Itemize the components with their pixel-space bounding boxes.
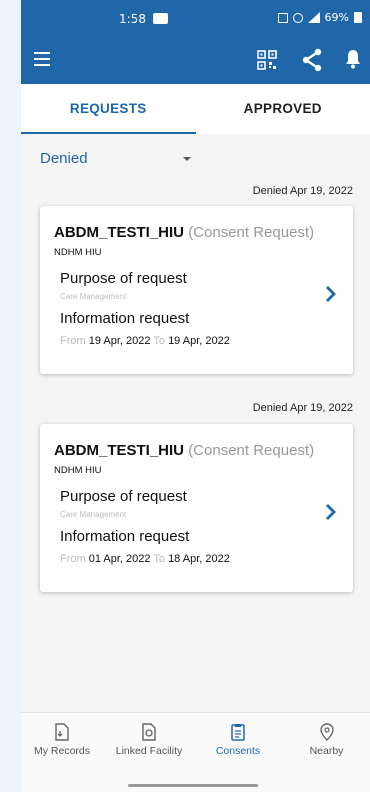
hiu-name: NDHM HIU (54, 465, 102, 476)
filter-selected-value: Denied (40, 150, 88, 167)
battery-icon (354, 12, 362, 23)
purpose-value: Care Management (60, 292, 127, 301)
records-icon (55, 723, 69, 741)
chevron-right-icon[interactable] (325, 504, 337, 520)
request-status-date: Denied Apr 19, 2022 (252, 402, 353, 414)
to-label: To (153, 553, 165, 565)
status-time: 1:58 (119, 12, 146, 26)
from-date: 01 Apr, 2022 (88, 553, 151, 565)
to-label: To (153, 335, 165, 347)
dropdown-caret-icon (183, 157, 191, 161)
consents-icon (231, 724, 245, 741)
from-label: From (60, 335, 86, 347)
app-toolbar (21, 36, 370, 84)
signal-icon (307, 12, 320, 23)
phone-screen: 1:58 69% REQUESTS APPROVED Denied Denied… (21, 0, 370, 792)
request-title: ABDM_TESTI_HIU (Consent Request) (54, 224, 314, 241)
chevron-right-icon[interactable] (325, 286, 337, 302)
status-right: 69% (277, 11, 362, 24)
menu-icon[interactable] (34, 52, 50, 66)
linked-facility-icon (142, 723, 156, 741)
share-icon[interactable] (301, 48, 323, 72)
nav-consents[interactable]: Consents (195, 723, 281, 757)
from-label: From (60, 553, 86, 565)
nav-label: My Records (33, 745, 90, 757)
nav-label: Linked Facility (115, 745, 183, 757)
from-date: 19 Apr, 2022 (88, 335, 151, 347)
date-range: From 01 Apr, 2022 To 18 Apr, 2022 (60, 553, 230, 565)
tab-approved[interactable]: APPROVED (196, 84, 370, 134)
home-indicator (128, 784, 258, 787)
battery-percent: 69% (324, 11, 349, 24)
request-type: (Consent Request) (188, 224, 315, 241)
hiu-name: NDHM HIU (54, 247, 102, 258)
location-pin-icon (319, 723, 334, 741)
bell-icon[interactable] (345, 49, 361, 69)
date-range: From 19 Apr, 2022 To 19 Apr, 2022 (60, 335, 230, 347)
vibrate-icon (292, 12, 303, 23)
request-title: ABDM_TESTI_HIU (Consent Request) (54, 442, 314, 459)
tab-bar: REQUESTS APPROVED (21, 84, 370, 134)
purpose-label: Purpose of request (60, 488, 187, 505)
notification-icon (153, 13, 168, 24)
status-bar: 1:58 69% (21, 0, 370, 36)
to-date: 18 Apr, 2022 (168, 553, 230, 565)
information-request-label: Information request (60, 310, 190, 327)
to-date: 19 Apr, 2022 (168, 335, 230, 347)
consent-request-card[interactable]: ABDM_TESTI_HIU (Consent Request) NDHM HI… (40, 206, 353, 374)
tab-requests[interactable]: REQUESTS (21, 84, 196, 134)
purpose-label: Purpose of request (60, 270, 187, 287)
nav-label: Nearby (309, 745, 344, 757)
bottom-navigation: My Records Linked Facility Consents Near… (21, 712, 370, 792)
purpose-value: Care Management (60, 510, 127, 519)
nav-linked-facility[interactable]: Linked Facility (103, 723, 195, 757)
qr-code-icon[interactable] (257, 50, 277, 70)
consent-request-card[interactable]: ABDM_TESTI_HIU (Consent Request) NDHM HI… (40, 424, 353, 592)
information-request-label: Information request (60, 528, 190, 545)
requester-name: ABDM_TESTI_HIU (54, 224, 185, 241)
requester-name: ABDM_TESTI_HIU (54, 442, 185, 459)
nav-my-records[interactable]: My Records (21, 723, 103, 757)
nav-label: Consents (215, 745, 261, 757)
status-filter-dropdown[interactable]: Denied (40, 150, 200, 172)
nav-nearby[interactable]: Nearby (283, 723, 370, 757)
request-status-date: Denied Apr 19, 2022 (252, 185, 353, 197)
nfc-icon (277, 12, 288, 23)
request-type: (Consent Request) (188, 442, 315, 459)
